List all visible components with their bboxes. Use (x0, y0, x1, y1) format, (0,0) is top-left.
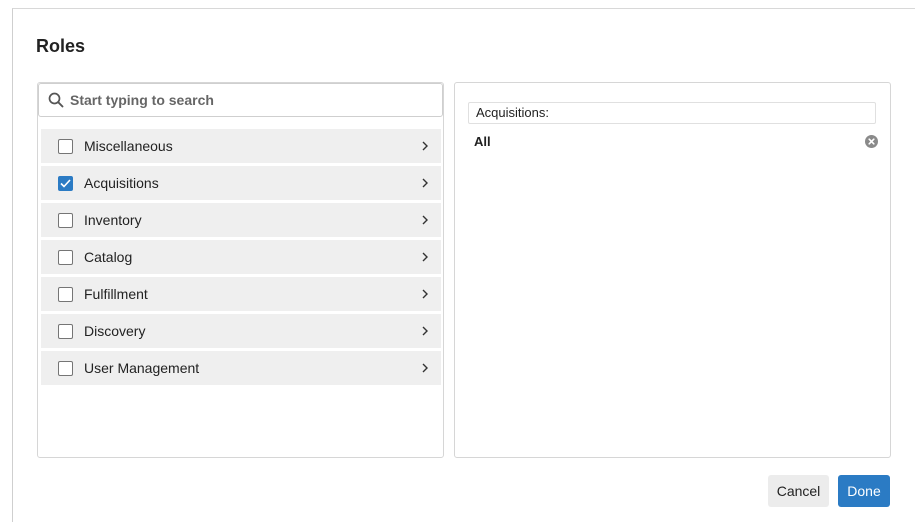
cancel-button[interactable]: Cancel (768, 475, 829, 507)
role-item-miscellaneous[interactable]: Miscellaneous (41, 129, 441, 163)
role-label: Miscellaneous (84, 138, 173, 154)
chevron-right-icon (422, 141, 428, 151)
done-button[interactable]: Done (838, 475, 890, 507)
role-label: User Management (84, 360, 200, 376)
remove-circle-icon[interactable] (865, 135, 878, 148)
role-label: Fulfillment (84, 286, 148, 302)
roles-panel: Miscellaneous Acquisitions Inventory (37, 82, 444, 458)
chevron-right-icon (422, 289, 428, 299)
role-item-acquisitions[interactable]: Acquisitions (41, 166, 441, 200)
search-input[interactable] (70, 92, 410, 108)
chevron-right-icon (422, 363, 428, 373)
role-label: Inventory (84, 212, 142, 228)
role-checkbox[interactable] (58, 212, 73, 228)
selected-group-header: Acquisitions: (468, 102, 876, 124)
role-label: Discovery (84, 323, 146, 339)
role-checkbox-checked[interactable] (58, 175, 73, 191)
chevron-right-icon (422, 326, 428, 336)
chevron-right-icon (422, 252, 428, 262)
search-field[interactable] (38, 83, 443, 117)
selected-role-item: All (474, 133, 878, 151)
selected-roles-panel: Acquisitions: All (454, 82, 891, 458)
role-checkbox[interactable] (58, 323, 73, 339)
selected-role-label: All (474, 134, 491, 149)
chevron-right-icon (422, 178, 428, 188)
role-item-inventory[interactable]: Inventory (41, 203, 441, 237)
role-item-discovery[interactable]: Discovery (41, 314, 441, 348)
checkmark-icon (60, 178, 71, 188)
role-checkbox[interactable] (58, 286, 73, 302)
role-label: Catalog (84, 249, 133, 265)
role-item-catalog[interactable]: Catalog (41, 240, 441, 274)
role-list: Miscellaneous Acquisitions Inventory Cat… (41, 129, 441, 388)
dialog-title: Roles (36, 36, 86, 56)
role-item-user-management[interactable]: User Management (41, 351, 441, 385)
role-checkbox[interactable] (58, 360, 73, 376)
role-item-fulfillment[interactable]: Fulfillment (41, 277, 441, 311)
chevron-right-icon (422, 215, 428, 225)
role-checkbox[interactable] (58, 249, 73, 265)
role-checkbox[interactable] (58, 138, 73, 154)
role-label: Acquisitions (84, 175, 159, 191)
search-icon (48, 92, 64, 108)
